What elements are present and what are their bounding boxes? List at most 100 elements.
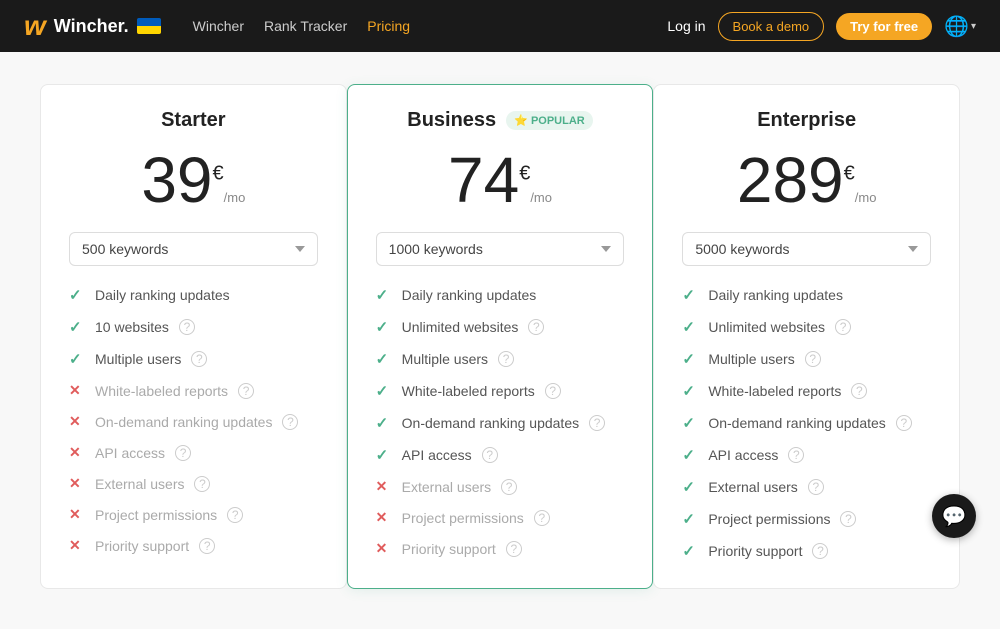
info-icon[interactable]: ?	[805, 351, 821, 367]
check-icon: ✓	[376, 350, 392, 368]
price-area: 289€/mo	[682, 148, 931, 212]
feature-item: ✕ White-labeled reports ?	[69, 382, 318, 399]
keywords-select[interactable]: 500 keywords1000 keywords2000 keywords	[69, 232, 318, 266]
plan-name: Starter	[69, 109, 318, 132]
feature-item: ✓ External users ?	[682, 478, 931, 496]
price-period: /mo	[530, 190, 552, 205]
check-icon: ✓	[682, 318, 698, 336]
feature-label: Priority support	[402, 541, 496, 557]
check-icon: ✓	[682, 414, 698, 432]
feature-label: Multiple users	[95, 351, 181, 367]
feature-label: Priority support	[95, 538, 189, 554]
feature-label: Daily ranking updates	[402, 287, 537, 303]
info-icon[interactable]: ?	[528, 319, 544, 335]
chat-button[interactable]: 💬	[932, 494, 976, 538]
check-icon: ✓	[682, 446, 698, 464]
feature-item: ✕ API access ?	[69, 444, 318, 461]
cross-icon: ✕	[69, 506, 85, 523]
feature-label: External users	[402, 479, 491, 495]
info-icon[interactable]: ?	[238, 383, 254, 399]
info-icon[interactable]: ?	[227, 507, 243, 523]
feature-label: Project permissions	[95, 507, 217, 523]
info-icon[interactable]: ?	[788, 447, 804, 463]
ukraine-flag	[137, 18, 161, 34]
price-area: 74€/mo	[376, 148, 625, 212]
feature-label: Daily ranking updates	[708, 287, 843, 303]
check-icon: ✓	[69, 350, 85, 368]
check-icon: ✓	[682, 350, 698, 368]
price-number: 289€/mo	[737, 144, 877, 216]
keywords-select[interactable]: 5000 keywords10000 keywords20000 keyword…	[682, 232, 931, 266]
info-icon[interactable]: ?	[545, 383, 561, 399]
info-icon[interactable]: ?	[534, 510, 550, 526]
popular-badge: ⭐ POPULAR	[506, 111, 593, 130]
book-demo-button[interactable]: Book a demo	[718, 12, 825, 41]
feature-item: ✕ Priority support ?	[69, 537, 318, 554]
feature-label: Multiple users	[708, 351, 794, 367]
info-icon[interactable]: ?	[501, 479, 517, 495]
feature-item: ✓ Unlimited websites ?	[376, 318, 625, 336]
feature-item: ✓ Daily ranking updates	[376, 286, 625, 304]
info-icon[interactable]: ?	[194, 476, 210, 492]
nav-rank-tracker[interactable]: Rank Tracker	[264, 18, 347, 34]
cross-icon: ✕	[69, 475, 85, 492]
info-icon[interactable]: ?	[282, 414, 298, 430]
cross-icon: ✕	[69, 382, 85, 399]
cross-icon: ✕	[69, 537, 85, 554]
nav-pricing[interactable]: Pricing	[367, 18, 410, 34]
plan-card-business: Business ⭐ POPULAR 74€/mo 1000 keywords2…	[347, 84, 654, 589]
price-period: /mo	[855, 190, 877, 205]
feature-label: Priority support	[708, 543, 802, 559]
feature-label: Project permissions	[708, 511, 830, 527]
logo-text: Wincher.	[54, 16, 129, 37]
feature-item: ✕ Project permissions ?	[376, 509, 625, 526]
globe-icon: 🌐	[944, 14, 969, 39]
feature-item: ✓ Multiple users ?	[682, 350, 931, 368]
feature-label: On-demand ranking updates	[95, 414, 272, 430]
price-currency: €	[519, 163, 530, 185]
info-icon[interactable]: ?	[812, 543, 828, 559]
info-icon[interactable]: ?	[175, 445, 191, 461]
info-icon[interactable]: ?	[506, 541, 522, 557]
info-icon[interactable]: ?	[199, 538, 215, 554]
login-button[interactable]: Log in	[667, 18, 705, 34]
feature-item: ✓ On-demand ranking updates ?	[682, 414, 931, 432]
check-icon: ✓	[376, 414, 392, 432]
info-icon[interactable]: ?	[851, 383, 867, 399]
info-icon[interactable]: ?	[896, 415, 912, 431]
feature-label: 10 websites	[95, 319, 169, 335]
cross-icon: ✕	[376, 540, 392, 557]
feature-item: ✕ Project permissions ?	[69, 506, 318, 523]
feature-item: ✓ Project permissions ?	[682, 510, 931, 528]
info-icon[interactable]: ?	[840, 511, 856, 527]
info-icon[interactable]: ?	[835, 319, 851, 335]
feature-item: ✓ On-demand ranking updates ?	[376, 414, 625, 432]
feature-label: Unlimited websites	[708, 319, 825, 335]
language-button[interactable]: 🌐 ▾	[944, 14, 976, 39]
feature-label: White-labeled reports	[708, 383, 841, 399]
feature-item: ✓ White-labeled reports ?	[682, 382, 931, 400]
feature-label: White-labeled reports	[95, 383, 228, 399]
info-icon[interactable]: ?	[589, 415, 605, 431]
feature-label: On-demand ranking updates	[402, 415, 579, 431]
logo-w: w	[24, 10, 46, 42]
check-icon: ✓	[376, 446, 392, 464]
info-icon[interactable]: ?	[179, 319, 195, 335]
main: Starter 39€/mo 500 keywords1000 keywords…	[0, 52, 1000, 629]
keywords-select[interactable]: 1000 keywords2000 keywords5000 keywords	[376, 232, 625, 266]
try-free-button[interactable]: Try for free	[836, 13, 932, 40]
info-icon[interactable]: ?	[808, 479, 824, 495]
feature-item: ✓ API access ?	[682, 446, 931, 464]
plan-name: Business ⭐ POPULAR	[376, 109, 625, 132]
cross-icon: ✕	[376, 478, 392, 495]
nav: Wincher Rank Tracker Pricing	[193, 18, 644, 34]
plan-card-starter: Starter 39€/mo 500 keywords1000 keywords…	[40, 84, 347, 589]
feature-item: ✓ Daily ranking updates	[682, 286, 931, 304]
info-icon[interactable]: ?	[498, 351, 514, 367]
info-icon[interactable]: ?	[191, 351, 207, 367]
plans-grid: Starter 39€/mo 500 keywords1000 keywords…	[40, 84, 960, 589]
info-icon[interactable]: ?	[482, 447, 498, 463]
nav-wincher[interactable]: Wincher	[193, 18, 244, 34]
feature-label: Project permissions	[402, 510, 524, 526]
chat-icon: 💬	[942, 504, 967, 529]
